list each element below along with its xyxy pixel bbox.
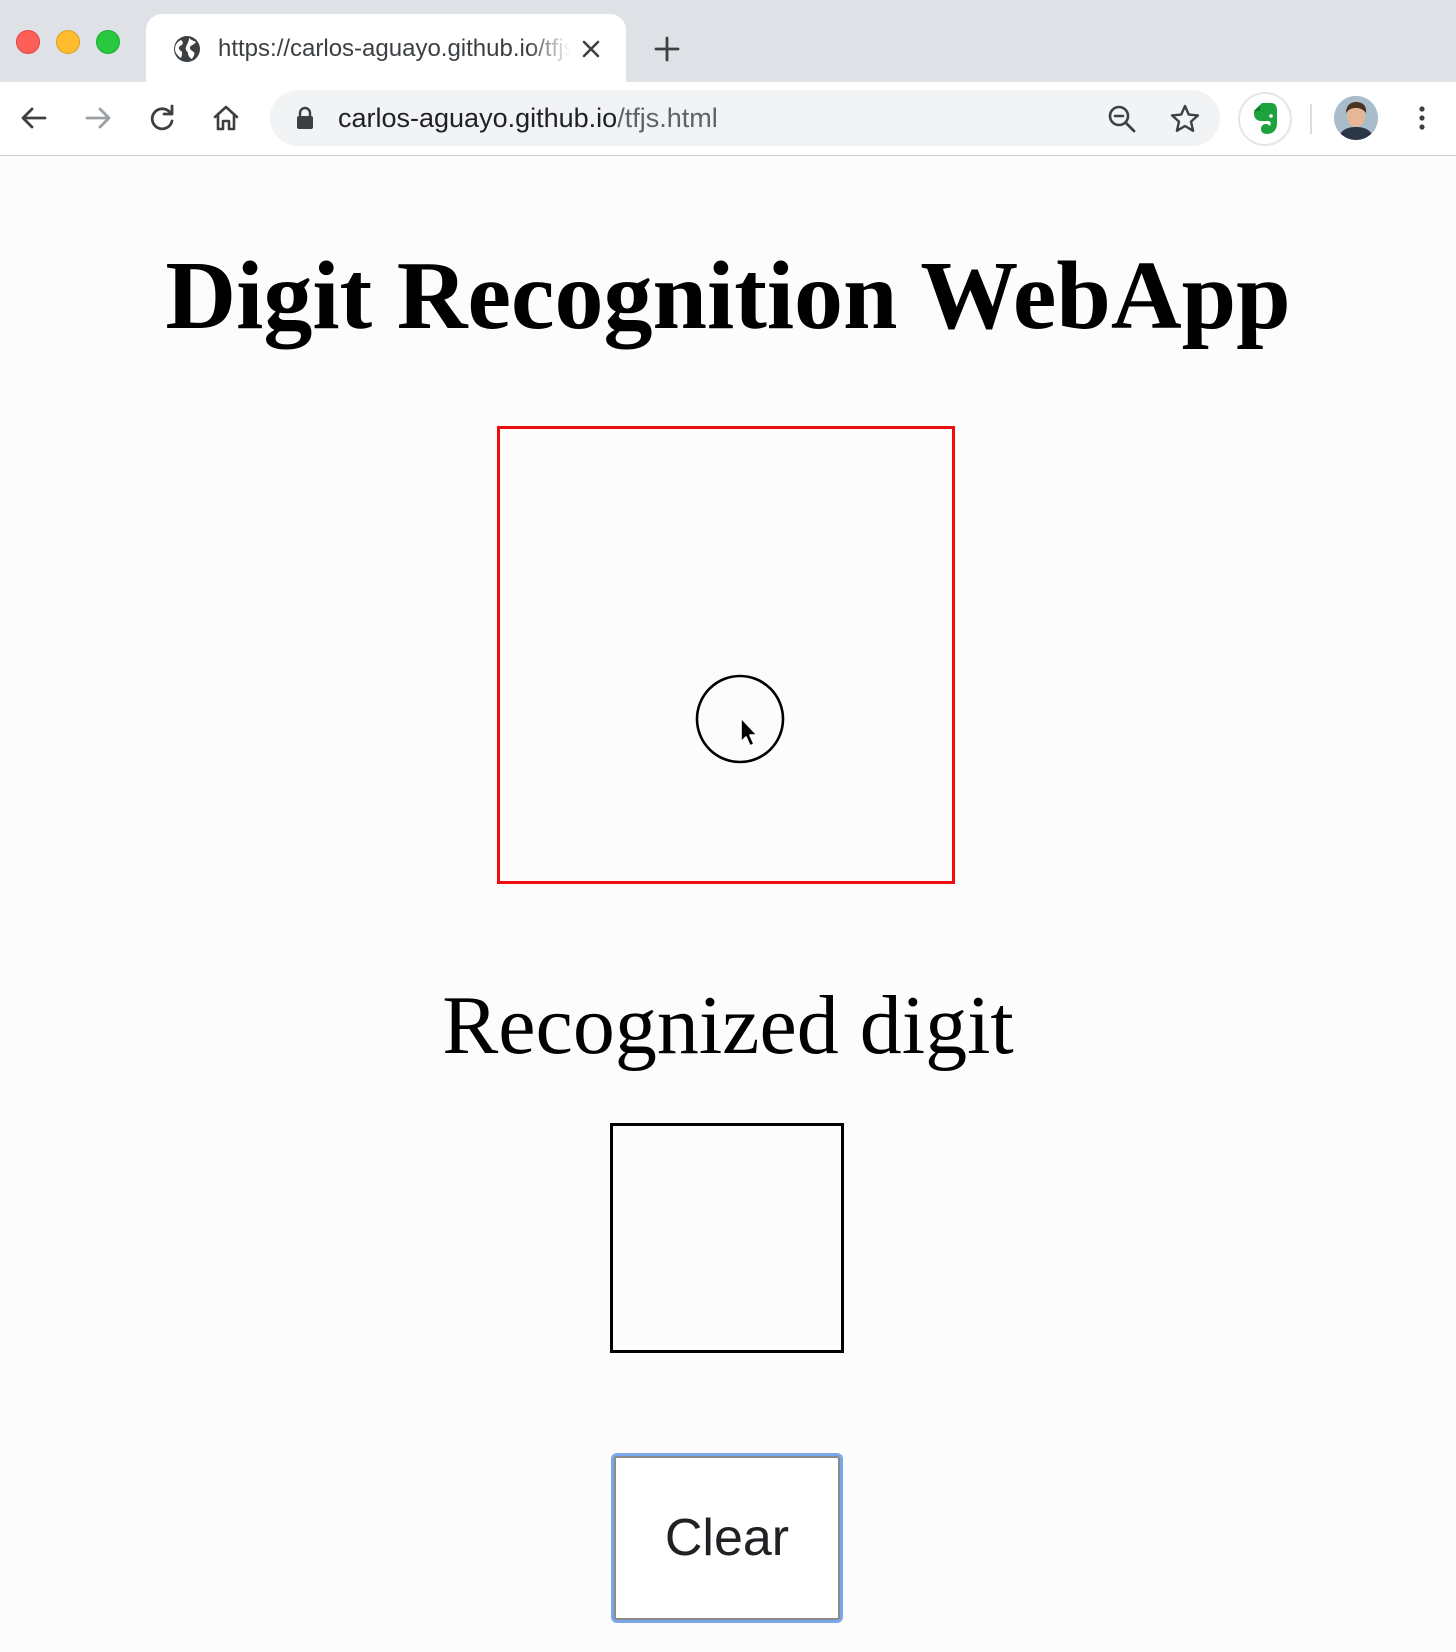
- toolbar-divider: [1310, 104, 1312, 134]
- browser-toolbar: carlos-aguayo.github.io/tfjs.html: [0, 82, 1456, 156]
- lock-icon[interactable]: [294, 106, 316, 130]
- close-window-button[interactable]: [16, 30, 40, 54]
- forward-icon[interactable]: [82, 102, 114, 134]
- url-text[interactable]: carlos-aguayo.github.io/tfjs.html: [338, 100, 718, 136]
- minimize-window-button[interactable]: [56, 30, 80, 54]
- url-host: carlos-aguayo.github.io: [338, 103, 618, 133]
- zoom-out-icon[interactable]: [1106, 103, 1138, 135]
- evernote-icon: [1254, 103, 1277, 134]
- reload-icon[interactable]: [146, 102, 178, 134]
- home-icon[interactable]: [210, 102, 242, 134]
- page-title: Digit Recognition WebApp: [165, 242, 1291, 350]
- globe-icon: [174, 36, 200, 62]
- recognized-digit-output: [610, 1123, 844, 1353]
- clear-button[interactable]: Clear: [614, 1456, 840, 1620]
- back-icon[interactable]: [18, 102, 50, 134]
- tab-title: https://carlos-aguayo.github.io/tfjs.htm…: [218, 35, 570, 62]
- drawing-canvas[interactable]: [497, 426, 955, 884]
- avatar[interactable]: [1334, 96, 1378, 140]
- tab-strip: https://carlos-aguayo.github.io/tfjs.htm…: [0, 0, 1456, 82]
- new-tab-icon[interactable]: [652, 34, 682, 64]
- star-icon[interactable]: [1168, 102, 1202, 136]
- maximize-window-button[interactable]: [96, 30, 120, 54]
- more-menu-icon[interactable]: [1406, 102, 1438, 134]
- url-path: /tfjs.html: [617, 103, 718, 133]
- tab-close-icon[interactable]: [578, 36, 604, 62]
- page-content: Digit Recognition WebApp Recognized digi…: [0, 156, 1456, 1652]
- brush-cursor-icon: [695, 674, 785, 764]
- address-bar[interactable]: carlos-aguayo.github.io/tfjs.html: [270, 90, 1220, 146]
- profile-picture: [1334, 96, 1378, 140]
- browser-tab[interactable]: https://carlos-aguayo.github.io/tfjs.htm…: [146, 14, 626, 82]
- recognized-digit-label: Recognized digit: [442, 979, 1014, 1072]
- evernote-extension-button[interactable]: [1240, 94, 1290, 144]
